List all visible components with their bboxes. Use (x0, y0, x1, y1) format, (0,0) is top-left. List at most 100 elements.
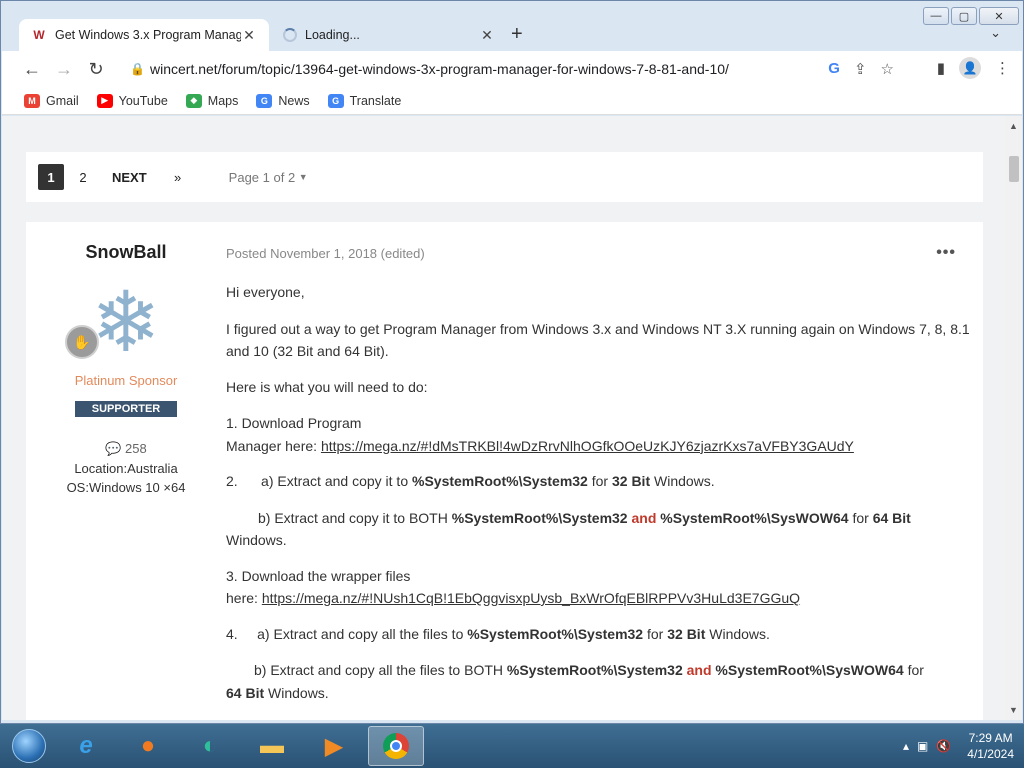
translate-icon: G (327, 93, 344, 108)
next-page-button[interactable]: NEXT (108, 164, 151, 190)
bitness-64: 64 Bit (226, 684, 265, 701)
close-window-button[interactable]: ✕ (979, 7, 1019, 25)
back-button[interactable]: ← (16, 53, 48, 85)
bookmark-star-icon[interactable]: ☆ (881, 60, 894, 78)
scroll-up-icon[interactable]: ▲ (1005, 118, 1022, 134)
bookmark-translate[interactable]: G Translate (327, 93, 402, 108)
post-count-value: 258 (125, 441, 147, 456)
post-count: 💬 258 (26, 441, 226, 457)
wincert-favicon-icon: W (33, 28, 45, 42)
start-button[interactable] (6, 726, 52, 766)
menu-kebab-icon[interactable]: ⋮ (995, 59, 1010, 77)
system-tray: ▴ ▣ 🔇 7:29 AM 4/1/2024 (903, 730, 1014, 762)
bookmark-label: Translate (349, 93, 402, 108)
step-4a: 4. a) Extract and copy all the files to … (226, 623, 976, 646)
scroll-thumb[interactable] (1009, 156, 1019, 182)
path-syswow64: %SystemRoot%\SysWOW64 (715, 662, 904, 678)
step-2b: b) Extract and copy it to BOTH %SystemRo… (226, 507, 976, 552)
and-highlight: and (631, 509, 657, 526)
media-player-icon[interactable]: ▶ (306, 726, 362, 766)
post-meta: Posted November 1, 2018 (edited) (226, 246, 425, 261)
internet-explorer-icon[interactable]: e (58, 726, 114, 766)
window-controls: — ▢ ✕ (923, 7, 1019, 25)
author-name[interactable]: SnowBall (26, 242, 226, 263)
pagination: 1 2 NEXT » Page 1 of 2 ▼ (26, 152, 983, 202)
tray-expand-icon[interactable]: ▴ (903, 739, 909, 753)
maximize-button[interactable]: ▢ (951, 7, 977, 25)
member-group: Platinum Sponsor (74, 373, 178, 388)
bookmark-news[interactable]: G News (256, 93, 310, 108)
tab-title: Loading... (305, 28, 360, 42)
tab-strip: W Get Windows 3.x Program Manag ✕ Loadin… (9, 15, 1015, 51)
chrome-icon[interactable] (368, 726, 424, 766)
side-panel-icon[interactable]: ▮ (937, 59, 945, 77)
loading-spinner-icon (283, 28, 297, 42)
step-text: Windows. (226, 532, 287, 548)
reload-button[interactable]: ↻ (80, 53, 112, 85)
bitness-32: 32 Bit (667, 625, 706, 642)
tab-wincert[interactable]: W Get Windows 3.x Program Manag ✕ (19, 19, 269, 51)
page-jump-dropdown[interactable]: Page 1 of 2 ▼ (225, 164, 312, 190)
news-icon: G (256, 93, 273, 108)
step-text: b) Extract and copy it to BOTH (258, 509, 452, 526)
firefox-icon[interactable]: ● (120, 726, 176, 766)
url-text[interactable]: wincert.net/forum/topic/13964-get-window… (150, 61, 828, 77)
file-explorer-icon[interactable]: ▬ (244, 726, 300, 766)
page-1-button[interactable]: 1 (38, 164, 64, 190)
tab-close-icon[interactable]: ✕ (479, 27, 495, 44)
address-bar[interactable]: 🔒 wincert.net/forum/topic/13964-get-wind… (120, 54, 910, 84)
page-2-button[interactable]: 2 (70, 164, 96, 190)
tab-title: Get Windows 3.x Program Manag (55, 28, 241, 42)
step-3: 3. Download the wrapper files here: http… (226, 565, 976, 610)
bookmark-maps[interactable]: ◆ Maps (185, 93, 238, 108)
author-os: OS:Windows 10 ×64 (66, 480, 186, 495)
caret-down-icon: ▼ (298, 172, 308, 182)
step-2a: 2. a) Extract and copy it to %SystemRoot… (226, 470, 976, 493)
download-link-2[interactable]: https://mega.nz/#!NUsh1CqB!1EbQggvisxpUy… (262, 590, 800, 606)
step-text: Manager here: (226, 437, 321, 454)
bookmark-youtube[interactable]: ▶ YouTube (96, 93, 168, 108)
bookmark-label: Gmail (46, 93, 79, 108)
last-page-icon[interactable]: » (165, 164, 191, 190)
scroll-down-icon[interactable]: ▼ (1005, 702, 1022, 718)
minimize-button[interactable]: — (923, 7, 949, 25)
network-icon[interactable]: ▣ (917, 739, 928, 753)
volume-muted-icon[interactable]: 🔇 (936, 739, 951, 753)
forum-post: SnowBall ❄ ✋ Platinum Sponsor SUPPORTER … (26, 222, 983, 720)
step-number: 2. (226, 473, 238, 489)
step-text: for (903, 662, 924, 678)
tab-loading[interactable]: Loading... ✕ (271, 19, 507, 51)
clock[interactable]: 7:29 AM 4/1/2024 (967, 730, 1014, 762)
and-highlight: and (686, 662, 712, 678)
tab-close-icon[interactable]: ✕ (241, 27, 257, 44)
step-text: Windows. (705, 625, 770, 642)
youtube-icon: ▶ (96, 93, 113, 108)
browser-toolbar: ← → ↻ 🔒 wincert.net/forum/topic/13964-ge… (2, 51, 1022, 87)
browser-window: — ▢ ✕ W Get Windows 3.x Program Manag ✕ … (0, 0, 1024, 724)
clock-date: 4/1/2024 (967, 747, 1014, 761)
profile-avatar-icon[interactable]: 👤 (959, 57, 981, 79)
edge-icon[interactable]: ◐ (182, 726, 238, 766)
bookmark-label: YouTube (118, 93, 168, 108)
google-lens-icon[interactable]: G (828, 60, 840, 78)
post-greeting: Hi everyone, (226, 284, 305, 300)
post-body: Posted November 1, 2018 (edited) ••• Hi … (226, 222, 976, 704)
post-author-panel: SnowBall ❄ ✋ Platinum Sponsor SUPPORTER … (26, 222, 226, 495)
step-text: Windows. (650, 473, 715, 489)
more-options-icon[interactable]: ••• (936, 244, 956, 262)
path-system32: %SystemRoot%\System32 (412, 473, 588, 489)
lock-icon[interactable]: 🔒 (130, 62, 150, 76)
bookmark-gmail[interactable]: M Gmail (24, 93, 79, 108)
forward-button[interactable]: → (48, 53, 80, 85)
post-need: Here is what you will need to do: (226, 378, 428, 395)
bitness-32: 32 Bit (611, 473, 651, 489)
bookmark-label: News (278, 93, 310, 108)
page-of-label: Page 1 of 2 (228, 169, 296, 185)
maps-icon: ◆ (185, 93, 202, 108)
new-tab-button[interactable]: + (511, 23, 523, 46)
page-scrollbar[interactable]: ▲ ▼ (1005, 116, 1022, 720)
tab-search-chevron-icon[interactable]: ⌄ (990, 25, 1001, 41)
avatar[interactable]: ❄ ✋ (65, 277, 171, 367)
share-icon[interactable]: ⇪ (854, 60, 867, 78)
download-link-1[interactable]: https://mega.nz/#!dMsTRKBl!4wDzRrvNlhOGf… (321, 438, 854, 454)
